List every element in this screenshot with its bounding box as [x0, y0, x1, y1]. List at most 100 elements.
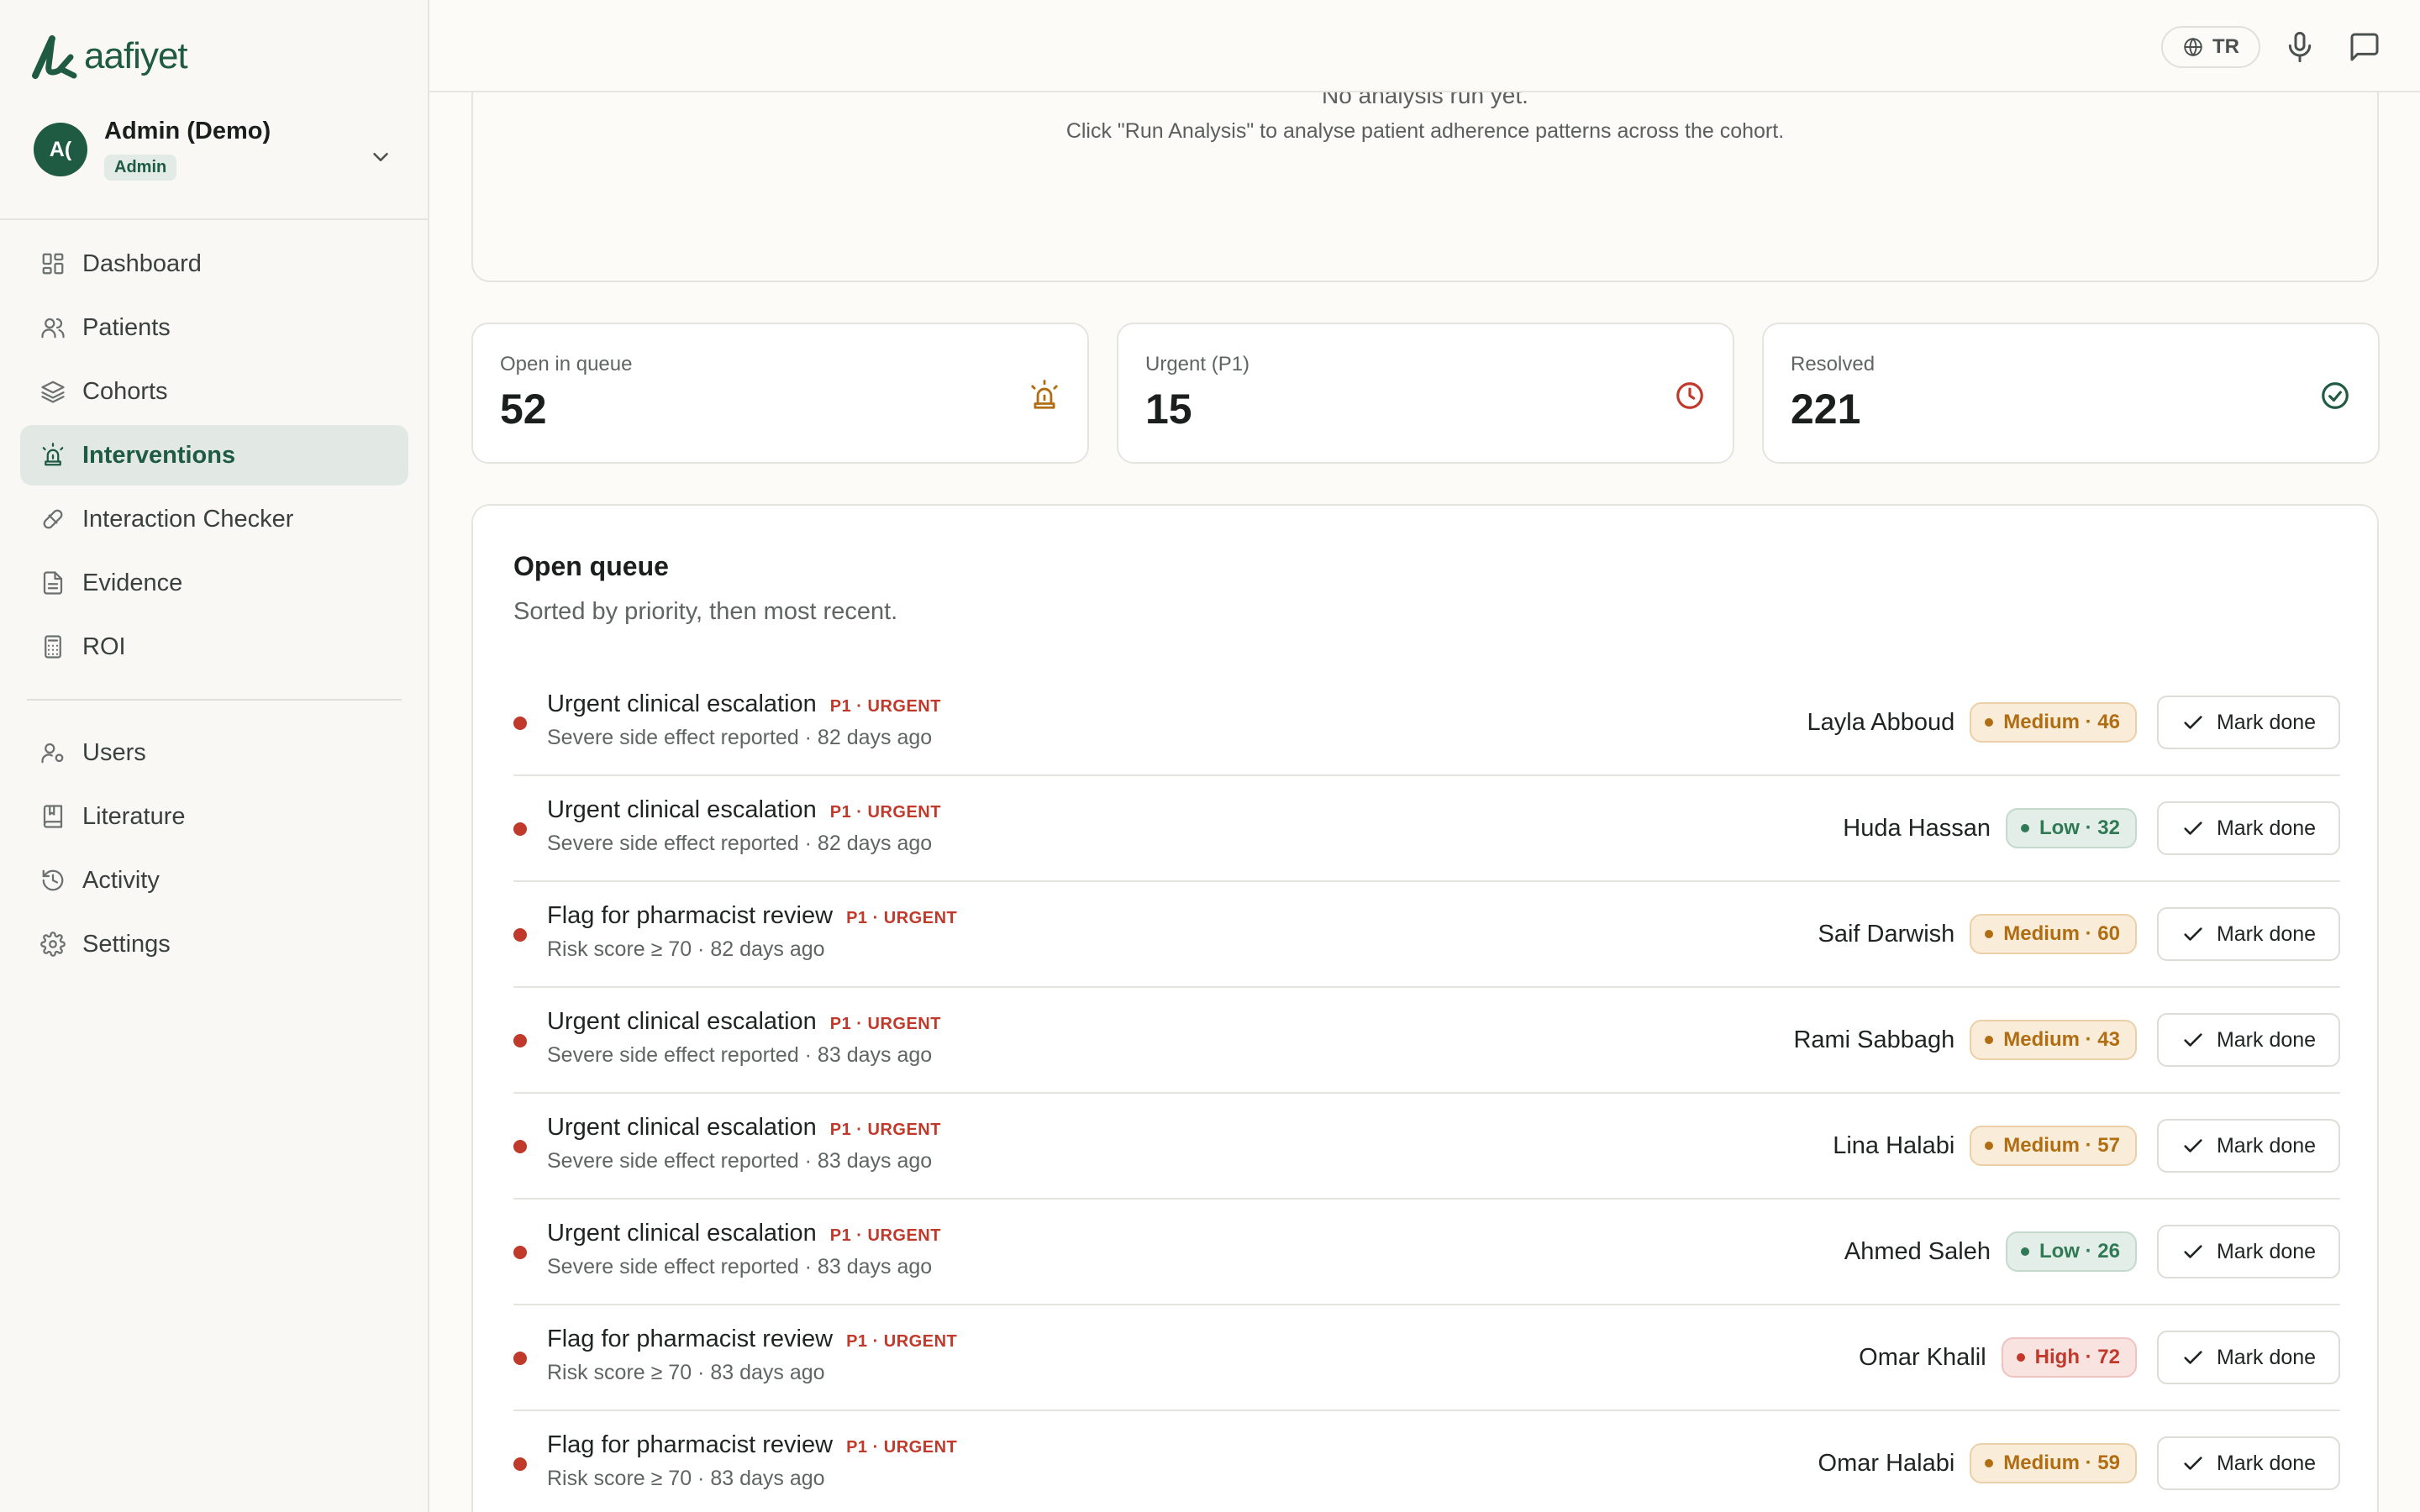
intervention-detail: Severe side effect reported · 83 days ag…	[547, 1255, 933, 1278]
users-icon	[39, 313, 67, 342]
check-icon	[2184, 822, 2202, 835]
risk-badge-text: Low · 26	[2039, 1240, 2120, 1263]
language-switcher[interactable]: TR	[2161, 26, 2260, 68]
patient-name[interactable]: Omar Halabi	[1818, 1450, 1955, 1478]
sidebar-item-patients[interactable]: Patients	[20, 297, 408, 358]
main-content: No analysis run yet. Click "Run Analysis…	[429, 0, 2420, 1512]
mark-done-button[interactable]: Mark done	[2157, 1436, 2340, 1490]
risk-badge: Medium · 57	[1970, 1126, 2137, 1166]
mark-done-button[interactable]: Mark done	[2157, 696, 2340, 749]
mark-done-button[interactable]: Mark done	[2157, 801, 2340, 855]
sidebar-item-cohorts[interactable]: Cohorts	[20, 361, 408, 422]
queue-row: Urgent clinical escalation P1 · URGENT Se…	[513, 670, 2340, 776]
priority-dot	[513, 928, 527, 942]
logo[interactable]: aafiyet	[30, 32, 188, 81]
priority-dot	[513, 1352, 527, 1365]
check-icon	[2184, 1245, 2202, 1258]
priority-tag: P1 · URGENT	[846, 1332, 958, 1351]
intervention-detail: Risk score ≥ 70 · 83 days ago	[547, 1361, 825, 1384]
patient-name[interactable]: Lina Halabi	[1833, 1132, 1954, 1160]
chevron-down-icon[interactable]	[368, 144, 393, 170]
user-name: Admin (Demo)	[104, 118, 271, 144]
sidebar-item-label: Users	[82, 738, 146, 766]
stat-label: Resolved	[1791, 353, 1876, 375]
priority-tag: P1 · URGENT	[829, 697, 941, 716]
mark-done-button[interactable]: Mark done	[2157, 1225, 2340, 1278]
intervention-title-text: Flag for pharmacist review	[547, 1326, 834, 1352]
top-bar: TR	[429, 0, 2420, 92]
intervention-title[interactable]: Urgent clinical escalation P1 · URGENT	[547, 796, 941, 824]
check-icon	[2184, 1033, 2202, 1047]
queue-row: Urgent clinical escalation P1 · URGENT Se…	[513, 988, 2340, 1094]
sidebar-item-label: Interaction Checker	[82, 505, 294, 533]
sidebar-item-settings[interactable]: Settings	[20, 914, 408, 974]
priority-dot	[513, 1246, 527, 1259]
risk-badge-text: Medium · 43	[2003, 1028, 2120, 1051]
sidebar-item-label: Dashboard	[82, 249, 202, 277]
sidebar-item-roi[interactable]: ROI	[20, 617, 408, 677]
stat-value: 52	[500, 386, 547, 433]
mark-done-button[interactable]: Mark done	[2157, 1013, 2340, 1067]
patient-name[interactable]: Omar Khalil	[1859, 1344, 1986, 1372]
intervention-detail: Severe side effect reported · 82 days ag…	[547, 832, 933, 855]
sidebar-item-label: Settings	[82, 930, 171, 958]
risk-badge-text: Medium · 57	[2003, 1134, 2120, 1157]
history-icon	[39, 866, 67, 895]
intervention-detail: Severe side effect reported · 83 days ag…	[547, 1149, 933, 1173]
priority-tag: P1 · URGENT	[829, 803, 941, 822]
patient-name[interactable]: Saif Darwish	[1818, 921, 1955, 948]
intervention-title[interactable]: Flag for pharmacist review P1 · URGENT	[547, 902, 957, 930]
priority-tag: P1 · URGENT	[829, 1121, 941, 1139]
sidebar-item-dashboard[interactable]: Dashboard	[20, 234, 408, 294]
mark-done-label: Mark done	[2216, 1027, 2317, 1052]
priority-tag: P1 · URGENT	[846, 1438, 958, 1457]
sidebar-item-label: Cohorts	[82, 377, 168, 405]
intervention-title[interactable]: Urgent clinical escalation P1 · URGENT	[547, 1008, 941, 1036]
sidebar-item-interaction-checker[interactable]: Interaction Checker	[20, 489, 408, 549]
risk-badge: Low · 32	[2005, 808, 2137, 848]
chat-icon[interactable]	[2348, 30, 2381, 64]
microphone-icon[interactable]	[2283, 30, 2317, 64]
risk-badge-text: High · 72	[2034, 1346, 2120, 1368]
gear-icon	[39, 930, 67, 958]
clock-icon	[1676, 382, 1703, 409]
check-icon	[2184, 927, 2202, 941]
user-menu[interactable]: A( Admin (Demo) Admin	[0, 94, 428, 220]
intervention-title[interactable]: Flag for pharmacist review P1 · URGENT	[547, 1431, 957, 1459]
patient-name[interactable]: Ahmed Saleh	[1844, 1238, 1991, 1266]
intervention-title[interactable]: Urgent clinical escalation P1 · URGENT	[547, 1114, 941, 1142]
patient-name[interactable]: Layla Abboud	[1807, 709, 1955, 737]
intervention-title-text: Flag for pharmacist review	[547, 1431, 834, 1458]
priority-dot	[513, 717, 527, 730]
patient-name[interactable]: Rami Sabbagh	[1793, 1026, 1954, 1054]
risk-badge-text: Medium · 59	[2003, 1452, 2120, 1474]
risk-badge: Medium · 59	[1970, 1443, 2137, 1483]
priority-dot	[513, 822, 527, 836]
sidebar-item-evidence[interactable]: Evidence	[20, 553, 408, 613]
intervention-title[interactable]: Urgent clinical escalation P1 · URGENT	[547, 1220, 941, 1247]
mark-done-button[interactable]: Mark done	[2157, 907, 2340, 961]
patient-name[interactable]: Huda Hassan	[1843, 815, 1991, 843]
intervention-title[interactable]: Urgent clinical escalation P1 · URGENT	[547, 690, 941, 718]
risk-badge: Low · 26	[2005, 1231, 2137, 1272]
mark-done-button[interactable]: Mark done	[2157, 1331, 2340, 1384]
nav-divider	[27, 699, 402, 701]
queue-row: Flag for pharmacist review P1 · URGENT Ri…	[513, 1411, 2340, 1512]
sidebar-item-interventions[interactable]: Interventions	[20, 425, 408, 486]
user-cog-icon	[39, 738, 67, 767]
mark-done-button[interactable]: Mark done	[2157, 1119, 2340, 1173]
priority-dot	[513, 1034, 527, 1047]
calculator-icon	[39, 633, 67, 661]
siren-icon	[1031, 380, 1058, 409]
intervention-title[interactable]: Flag for pharmacist review P1 · URGENT	[547, 1326, 957, 1353]
language-code: TR	[2212, 35, 2239, 58]
priority-dot	[513, 1457, 527, 1471]
sidebar-item-literature[interactable]: Literature	[20, 786, 408, 847]
sidebar-item-users[interactable]: Users	[20, 722, 408, 783]
siren-icon	[39, 441, 67, 470]
globe-icon	[2184, 37, 2202, 57]
intervention-title-text: Urgent clinical escalation	[547, 796, 817, 823]
stat-card-open: Open in queue 52	[471, 323, 1089, 464]
sidebar-item-activity[interactable]: Activity	[20, 850, 408, 911]
risk-badge: Medium · 60	[1970, 914, 2137, 954]
